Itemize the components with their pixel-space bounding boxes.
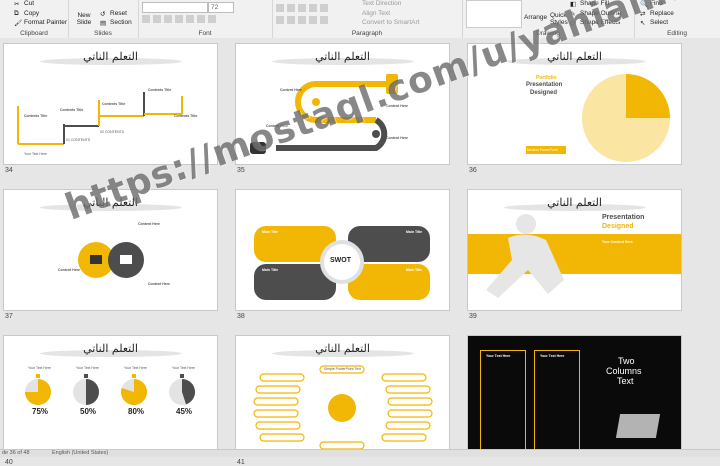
slide-number: 39 bbox=[469, 313, 477, 320]
main-title: Main Title bbox=[262, 230, 279, 234]
column-title: Your Text Here bbox=[486, 354, 511, 358]
content-label: 02 CONTENTS bbox=[100, 130, 125, 134]
text-column bbox=[480, 350, 526, 450]
brush-icon: 🖌 bbox=[14, 20, 23, 27]
slide-thumbnail-40[interactable]: التعلم الناتي Your Text Here Your Text H… bbox=[4, 336, 217, 456]
paragraph-label: Paragraph bbox=[351, 30, 383, 37]
reset-button[interactable]: ↺ Reset bbox=[100, 10, 127, 18]
text-direction-button[interactable]: Text Direction bbox=[362, 0, 401, 7]
clipboard-label: Clipboard bbox=[20, 30, 48, 37]
designed-title: Designed bbox=[602, 223, 634, 230]
slide-thumbnail-39[interactable]: التعلم الناتي Presentation Designed Your… bbox=[468, 190, 681, 310]
swot-graphic bbox=[254, 226, 430, 300]
modern-ppt-label: Modern PowerPoint bbox=[527, 148, 558, 152]
slide-thumbnail-38[interactable]: SWOT Main Title Main Title Main Title Ma… bbox=[236, 190, 449, 310]
columns-label: Columns bbox=[606, 366, 642, 376]
content-title: Your Content Here bbox=[602, 240, 633, 244]
slide-number: 38 bbox=[237, 313, 245, 320]
clipboard-group: ✂ Cut ⧉ Copy 🖌 Format Painter Clipboard bbox=[0, 0, 69, 38]
text-column bbox=[534, 350, 580, 450]
stopwatch-crown bbox=[36, 374, 40, 378]
section-icon: ▤ bbox=[100, 20, 107, 27]
text-label: Your Text Here bbox=[124, 366, 147, 370]
percent-value: 75% bbox=[32, 407, 49, 416]
scissors-icon: ✂ bbox=[14, 1, 20, 8]
stopwatch-crown bbox=[180, 374, 184, 378]
font-size-combo[interactable]: 72 bbox=[208, 2, 234, 13]
text-label: Your Text Here bbox=[24, 152, 47, 156]
font-format-buttons[interactable] bbox=[142, 15, 219, 25]
reset-icon: ↺ bbox=[100, 11, 106, 18]
section-button[interactable]: ▤ Section bbox=[100, 19, 132, 27]
font-label: Font bbox=[198, 30, 212, 37]
slide-number: 41 bbox=[237, 459, 245, 466]
laptop-glow bbox=[615, 414, 661, 438]
slide-thumbnail-42[interactable]: Your Text Here Your Text Here Two Column… bbox=[468, 336, 681, 456]
cut-button[interactable]: ✂ Cut bbox=[14, 0, 34, 8]
content-title: Content Here bbox=[138, 222, 160, 226]
slide-number: 34 bbox=[5, 167, 13, 174]
main-title: Main Title bbox=[262, 268, 279, 272]
align-buttons[interactable] bbox=[276, 16, 331, 26]
designed-label: Designed bbox=[530, 90, 558, 96]
slide-number: 36 bbox=[469, 167, 477, 174]
stopwatch-crown bbox=[84, 374, 88, 378]
slide-number: 37 bbox=[5, 313, 13, 320]
column-title: Your Text Here bbox=[540, 354, 565, 358]
content-title: Contents Title bbox=[174, 114, 198, 118]
content-title: Content Here bbox=[280, 88, 302, 92]
font-group: 72 Font bbox=[138, 0, 273, 38]
main-title: Main Title bbox=[406, 230, 423, 234]
main-title: Main Title bbox=[406, 268, 423, 272]
editing-label: Editing bbox=[667, 30, 687, 37]
list-buttons[interactable] bbox=[276, 4, 331, 14]
stopwatch-crown bbox=[132, 374, 136, 378]
person-silhouette bbox=[486, 214, 564, 298]
format-painter-button[interactable]: 🖌 Format Painter bbox=[14, 19, 67, 27]
content-title: Contents Title bbox=[148, 88, 172, 92]
slide-number: 40 bbox=[5, 459, 13, 466]
content-label: 01 CONTENTS bbox=[66, 138, 91, 142]
percent-value: 50% bbox=[80, 407, 97, 416]
content-title: Content Here bbox=[148, 282, 170, 286]
new-slide-button[interactable]: New Slide bbox=[74, 12, 94, 26]
content-title: Contents Title bbox=[60, 108, 84, 112]
percent-value: 45% bbox=[176, 407, 193, 416]
content-title: Contents Title bbox=[24, 114, 48, 118]
percent-value: 80% bbox=[128, 407, 145, 416]
slide-indicator: de 36 of 48 bbox=[2, 450, 30, 456]
font-family-combo[interactable] bbox=[142, 2, 208, 13]
align-text-button[interactable]: Align Text bbox=[362, 10, 390, 17]
copy-icon: ⧉ bbox=[14, 10, 19, 17]
slide-thumbnail-41[interactable]: التعلم الناتي Simple PowerPoint Text bbox=[236, 336, 449, 456]
text-label: Your Text Here bbox=[172, 366, 195, 370]
text-title: Text bbox=[617, 376, 634, 386]
content-title: Contents Title bbox=[102, 102, 126, 106]
paragraph-group: Text Direction Align Text Convert to Sma… bbox=[272, 0, 463, 38]
slides-label: Slides bbox=[94, 30, 112, 37]
content-title: Content Here bbox=[386, 136, 408, 140]
stopwatch-graphic bbox=[25, 374, 195, 405]
swot-label: SWOT bbox=[330, 257, 351, 264]
text-label: Your Text Here bbox=[76, 366, 99, 370]
presentation-title: Presentation bbox=[602, 214, 645, 221]
stopwatch-fill bbox=[86, 379, 99, 405]
status-bar: de 36 of 48 English (United States) bbox=[0, 449, 720, 457]
language-indicator[interactable]: English (United States) bbox=[52, 450, 108, 457]
convert-smartart-button[interactable]: Convert to SmartArt bbox=[362, 19, 419, 26]
two-label: Two bbox=[618, 356, 635, 366]
portfolio-label: Portfolio bbox=[536, 75, 557, 81]
content-title: Content Here bbox=[58, 268, 80, 272]
presentation-label: Presentation bbox=[526, 82, 563, 88]
text-label: Your Text Here bbox=[28, 366, 51, 370]
slides-group: New Slide ↺ Reset ▤ Section Slides bbox=[68, 0, 139, 38]
hub-graphic bbox=[253, 365, 433, 450]
copy-button[interactable]: ⧉ Copy bbox=[14, 10, 39, 17]
text-label: Simple PowerPoint Text bbox=[324, 367, 361, 371]
